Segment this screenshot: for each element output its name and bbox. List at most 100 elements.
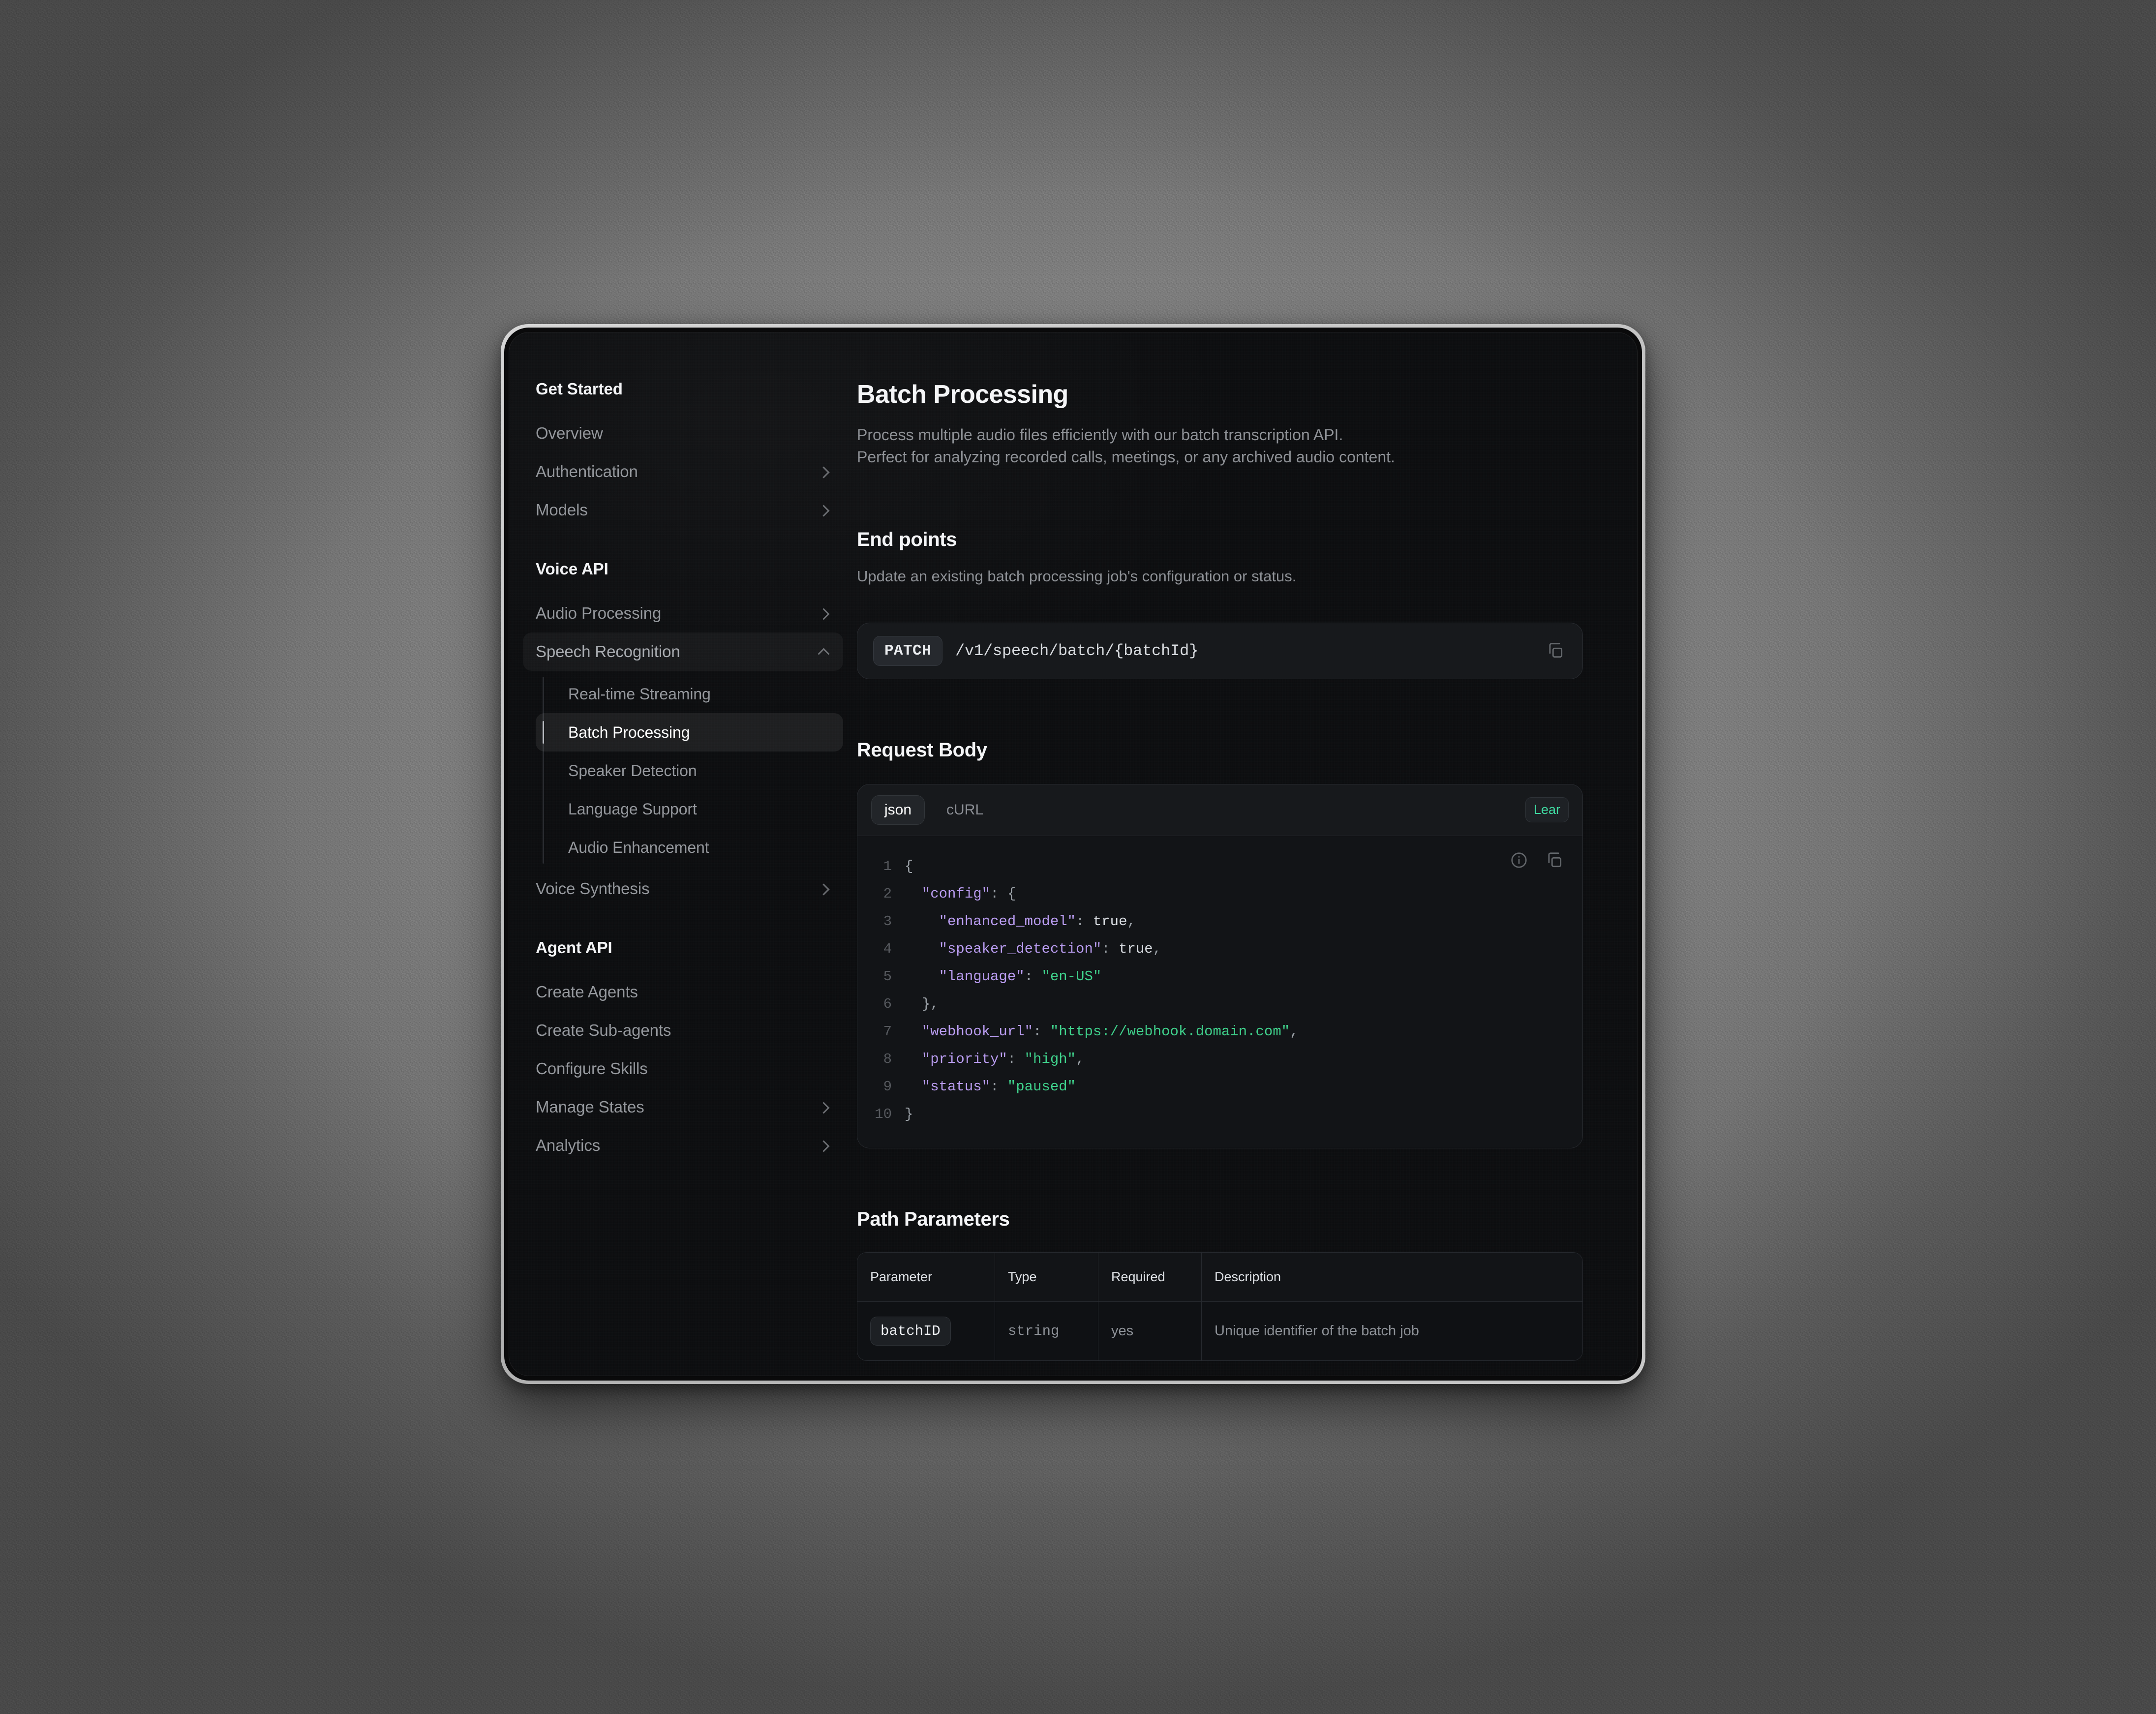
cell-parameter: batchID bbox=[857, 1301, 995, 1360]
code-line: 2 "config": { bbox=[874, 880, 1566, 908]
column-header-type: Type bbox=[995, 1252, 1098, 1302]
sidebar-item-label: Audio Processing bbox=[536, 604, 662, 622]
main-content: Batch Processing Process multiple audio … bbox=[857, 332, 1637, 1376]
code-line-number: 10 bbox=[875, 1106, 892, 1122]
sidebar-item-configure-skills[interactable]: Configure Skills bbox=[523, 1050, 843, 1088]
sidebar-item-label: Configure Skills bbox=[536, 1059, 648, 1078]
code-line-number: 6 bbox=[883, 995, 892, 1012]
sidebar-item-speaker-detection[interactable]: Speaker Detection bbox=[536, 752, 843, 790]
language-badge[interactable]: Lear bbox=[1525, 797, 1569, 823]
code-token: : bbox=[1033, 1023, 1050, 1040]
sidebar-item-label: Models bbox=[536, 501, 588, 519]
sidebar-section-title: Voice API bbox=[536, 560, 608, 578]
chevron-right-icon bbox=[818, 504, 830, 516]
code-line-content: }, bbox=[905, 991, 939, 1018]
code-token: } bbox=[905, 1106, 913, 1122]
info-circle-icon[interactable] bbox=[1508, 849, 1530, 872]
cell-description: Unique identifier of the batch job bbox=[1215, 1323, 1419, 1339]
code-line-content: } bbox=[905, 1101, 913, 1128]
code-line-number: 2 bbox=[883, 885, 892, 902]
chevron-up-icon bbox=[818, 645, 830, 658]
code-line: 8 "priority": "high", bbox=[874, 1046, 1566, 1073]
column-header-required: Required bbox=[1098, 1252, 1202, 1302]
chevron-right-icon bbox=[818, 1139, 830, 1152]
sidebar-item-authentication[interactable]: Authentication bbox=[523, 452, 843, 491]
sidebar-sublist-speech-recognition: Real-time Streaming Batch Processing Spe… bbox=[523, 675, 843, 867]
sidebar-item-label: Audio Enhancement bbox=[568, 838, 709, 856]
sidebar-item-voice-synthesis[interactable]: Voice Synthesis bbox=[523, 870, 843, 908]
code-block-body: 1{2 "config": {3 "enhanced_model": true,… bbox=[857, 836, 1582, 1148]
sidebar-item-label: Speech Recognition bbox=[536, 642, 680, 661]
code-token: "speaker_detection" bbox=[905, 940, 1102, 957]
sidebar-item-label: Batch Processing bbox=[568, 723, 690, 741]
sidebar-item-models[interactable]: Models bbox=[523, 491, 843, 529]
code-content: 1{2 "config": {3 "enhanced_model": true,… bbox=[874, 853, 1566, 1128]
sidebar-item-overview[interactable]: Overview bbox=[523, 414, 843, 452]
code-line-content: "webhook_url": "https://webhook.domain.c… bbox=[905, 1018, 1299, 1046]
path-parameters-table: Parameter Type Required Description batc… bbox=[857, 1252, 1583, 1361]
code-token: "webhook_url" bbox=[905, 1023, 1033, 1040]
sidebar-item-label: Authentication bbox=[536, 462, 638, 481]
code-token: "config" bbox=[905, 885, 991, 902]
page-title: Batch Processing bbox=[857, 380, 1068, 409]
copy-icon[interactable] bbox=[1543, 849, 1566, 872]
code-line-number: 5 bbox=[883, 968, 892, 985]
sidebar-item-batch-processing[interactable]: Batch Processing bbox=[536, 713, 843, 752]
sidebar-item-language-support[interactable]: Language Support bbox=[536, 790, 843, 828]
endpoints-heading: End points bbox=[857, 528, 957, 550]
tab-json[interactable]: json bbox=[871, 795, 925, 825]
code-line-number: 8 bbox=[883, 1051, 892, 1067]
path-parameters-heading: Path Parameters bbox=[857, 1208, 1010, 1230]
device-frame: Get Started Overview Authentication Mode… bbox=[501, 324, 1645, 1384]
sidebar-item-label: Create Agents bbox=[536, 983, 638, 1001]
code-token: , bbox=[1153, 940, 1162, 957]
code-block-header: json cURL Lear bbox=[857, 784, 1582, 836]
code-token: "status" bbox=[905, 1078, 991, 1095]
copy-icon[interactable] bbox=[1544, 639, 1567, 662]
http-method-badge: PATCH bbox=[873, 635, 943, 666]
code-token: { bbox=[905, 858, 913, 874]
sidebar-item-audio-enhancement[interactable]: Audio Enhancement bbox=[536, 828, 843, 867]
sidebar-item-audio-processing[interactable]: Audio Processing bbox=[523, 594, 843, 632]
code-line: 1{ bbox=[874, 853, 1566, 880]
code-line-content: "language": "en-US" bbox=[905, 963, 1102, 991]
tab-curl[interactable]: cURL bbox=[934, 796, 996, 824]
table-row: batchID string yes Unique identifier of … bbox=[857, 1301, 1582, 1360]
chevron-right-icon bbox=[818, 1101, 830, 1113]
parameter-name-pill: batchID bbox=[870, 1316, 951, 1346]
sidebar-navigation: Get Started Overview Authentication Mode… bbox=[509, 332, 857, 1376]
sidebar-item-speech-recognition[interactable]: Speech Recognition bbox=[523, 632, 843, 671]
code-line-content: "enhanced_model": true, bbox=[905, 908, 1136, 935]
sidebar-section-voice-api: Voice API Audio Processing Speech Recogn… bbox=[523, 560, 843, 908]
sidebar-item-label: Create Sub-agents bbox=[536, 1021, 671, 1039]
sidebar-item-real-time-streaming[interactable]: Real-time Streaming bbox=[536, 675, 843, 713]
sidebar-item-analytics[interactable]: Analytics bbox=[523, 1126, 843, 1165]
chevron-right-icon bbox=[818, 607, 830, 620]
sidebar-section-get-started: Get Started Overview Authentication Mode… bbox=[523, 380, 843, 529]
code-line-number: 4 bbox=[883, 940, 892, 957]
code-block-actions bbox=[1508, 849, 1566, 872]
code-line-number: 9 bbox=[883, 1078, 892, 1095]
column-header-description: Description bbox=[1202, 1252, 1582, 1302]
table-header: Parameter Type Required Description bbox=[857, 1252, 1582, 1302]
code-token: : bbox=[1007, 1051, 1025, 1067]
code-token: , bbox=[1290, 1023, 1299, 1040]
code-token: true bbox=[1119, 940, 1153, 957]
code-token: , bbox=[1127, 913, 1136, 930]
sidebar-item-create-agents[interactable]: Create Agents bbox=[523, 973, 843, 1011]
sidebar-item-label: Analytics bbox=[536, 1136, 601, 1154]
sidebar-item-label: Language Support bbox=[568, 800, 697, 818]
table-body: batchID string yes Unique identifier of … bbox=[857, 1301, 1582, 1360]
chevron-right-icon bbox=[818, 882, 830, 895]
sidebar-item-label: Speaker Detection bbox=[568, 761, 697, 780]
sidebar-item-create-sub-agents[interactable]: Create Sub-agents bbox=[523, 1011, 843, 1050]
code-block-card: json cURL Lear 1 {2 "config": {3 "enha… bbox=[857, 783, 1583, 1148]
code-line-content: "speaker_detection": true, bbox=[905, 935, 1162, 963]
code-line: 6 }, bbox=[874, 991, 1566, 1018]
sidebar-item-label: Real-time Streaming bbox=[568, 685, 711, 703]
endpoint-bar: PATCH /v1/speech/batch/{batchId} bbox=[857, 622, 1583, 679]
sidebar-item-manage-states[interactable]: Manage States bbox=[523, 1088, 843, 1126]
sidebar-item-label: Overview bbox=[536, 424, 603, 442]
code-token: "priority" bbox=[905, 1051, 1007, 1067]
code-line: 9 "status": "paused" bbox=[874, 1073, 1566, 1101]
